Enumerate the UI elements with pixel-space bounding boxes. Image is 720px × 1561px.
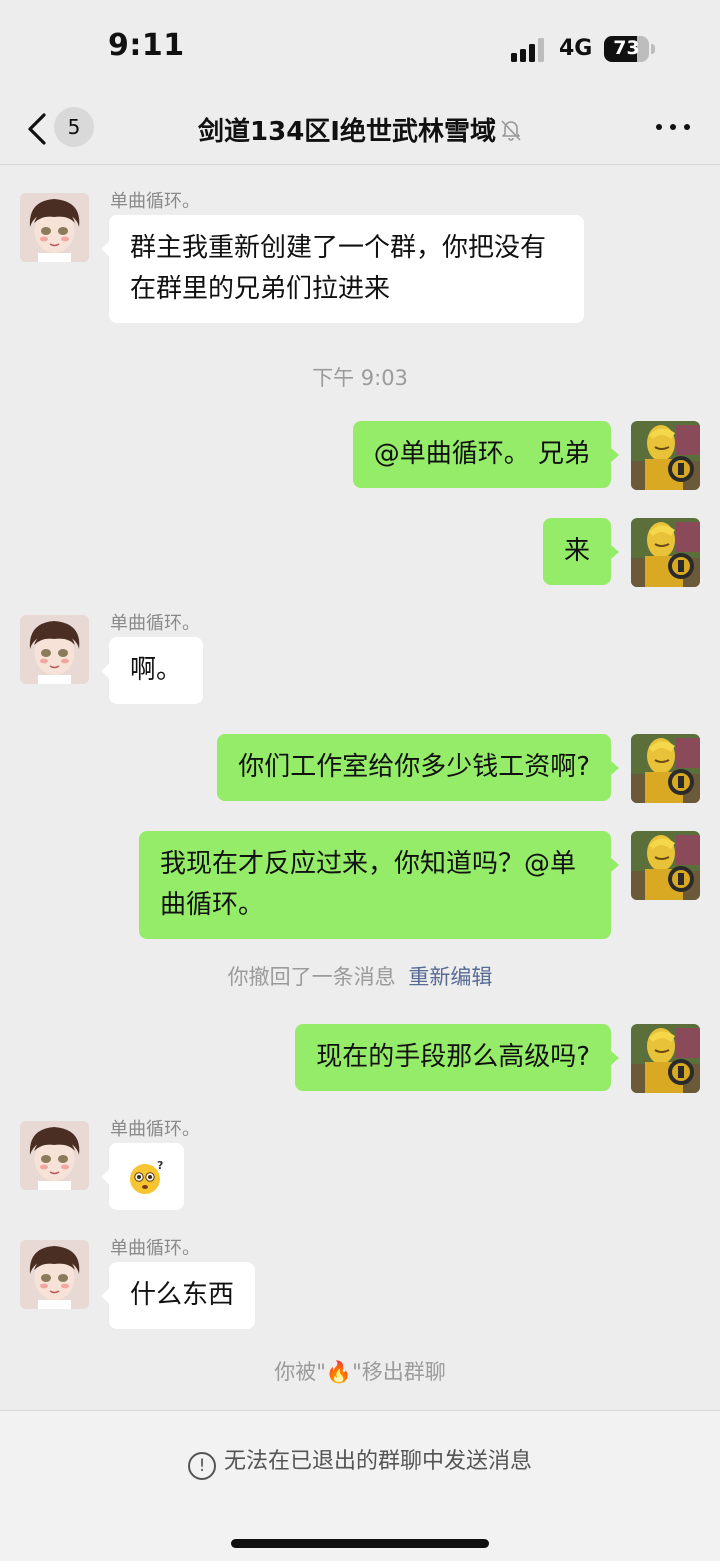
cannot-send-notice: ! 无法在已退出的群聊中发送消息 bbox=[0, 1443, 720, 1480]
removed-notice-suffix: "移出群聊 bbox=[352, 1360, 446, 1384]
chat-header: 5 剑道134区Ⅰ绝世武林雪域 bbox=[0, 95, 720, 165]
fire-emoji-icon: 🔥 bbox=[325, 1360, 353, 1384]
exclamation-circle-icon: ! bbox=[187, 1452, 216, 1480]
contact-avatar[interactable] bbox=[20, 193, 89, 262]
confused-face-icon: ? bbox=[130, 1159, 163, 1194]
battery-icon: 73 bbox=[604, 36, 655, 62]
contact-avatar[interactable] bbox=[20, 1121, 89, 1190]
network-type: 4G bbox=[559, 36, 593, 61]
more-options-icon[interactable] bbox=[656, 117, 690, 137]
message-timestamp: 下午 9:03 bbox=[312, 366, 408, 390]
input-disabled-bar: ! 无法在已退出的群聊中发送消息 bbox=[0, 1410, 720, 1561]
reedit-link[interactable]: 重新编辑 bbox=[408, 965, 492, 989]
cannot-send-text: 无法在已退出的群聊中发送消息 bbox=[223, 1449, 532, 1474]
message-bubble[interactable]: 你们工作室给你多少钱工资啊? bbox=[217, 734, 619, 801]
my-avatar[interactable] bbox=[631, 831, 700, 900]
sender-name: 单曲循环。 bbox=[110, 1119, 200, 1140]
my-avatar[interactable] bbox=[631, 734, 700, 803]
sender-name: 单曲循环。 bbox=[110, 613, 200, 634]
recall-text: 你撤回了一条消息 bbox=[227, 965, 396, 989]
chat-title: 剑道134区Ⅰ绝世武林雪域 bbox=[0, 111, 720, 148]
emoji-message-bubble[interactable]: ? bbox=[101, 1143, 184, 1210]
contact-avatar[interactable] bbox=[20, 1240, 89, 1309]
battery-level: 73 bbox=[613, 37, 640, 59]
sender-name: 单曲循环。 bbox=[110, 191, 200, 212]
message-bubble[interactable]: @单曲循环。 兄弟 bbox=[352, 421, 620, 488]
mute-bell-icon bbox=[501, 120, 521, 141]
removed-from-group-notice: 你被"🔥"移出群聊 bbox=[0, 1356, 720, 1386]
my-avatar[interactable] bbox=[631, 1024, 700, 1093]
message-bubble[interactable]: 群主我重新创建了一个群，你把没有在群里的兄弟们拉进来 bbox=[101, 215, 584, 323]
status-bar: 9:11 4G 73 bbox=[0, 0, 720, 95]
status-time: 9:11 bbox=[108, 28, 185, 63]
chat-title-text: 剑道134区Ⅰ绝世武林雪域 bbox=[198, 117, 496, 147]
removed-notice-prefix: 你被" bbox=[274, 1360, 326, 1384]
my-avatar[interactable] bbox=[631, 421, 700, 490]
home-indicator[interactable] bbox=[231, 1539, 489, 1548]
contact-avatar[interactable] bbox=[20, 615, 89, 684]
recall-notice: 你撤回了一条消息 重新编辑 bbox=[0, 961, 720, 991]
message-bubble[interactable]: 什么东西 bbox=[100, 1262, 256, 1329]
message-bubble[interactable]: 来 bbox=[542, 518, 620, 585]
my-avatar[interactable] bbox=[631, 518, 700, 587]
message-bubble[interactable]: 啊。 bbox=[100, 637, 204, 704]
cellular-signal-icon bbox=[511, 38, 547, 62]
message-bubble[interactable]: 我现在才反应过来，你知道吗？@单曲循环。 bbox=[139, 831, 619, 939]
svg-text:?: ? bbox=[157, 1159, 163, 1172]
message-bubble[interactable]: 现在的手段那么高级吗? bbox=[295, 1024, 619, 1091]
sender-name: 单曲循环。 bbox=[110, 1238, 200, 1259]
